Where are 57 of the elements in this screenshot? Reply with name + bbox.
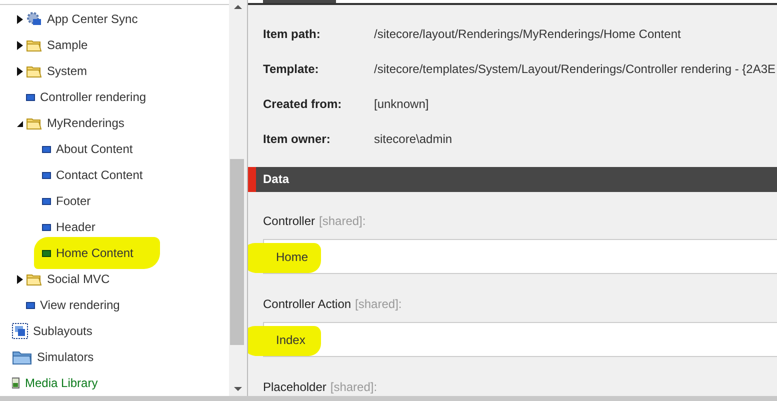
tree-item[interactable]: Controller rendering <box>40 90 146 104</box>
scroll-down-icon[interactable] <box>234 387 242 391</box>
scroll-up-icon[interactable] <box>234 5 242 9</box>
rendering-icon <box>42 224 51 230</box>
field-label: Controller Action <box>263 297 352 311</box>
tree-item[interactable]: Sample <box>47 38 88 52</box>
sublayout-icon <box>12 323 28 339</box>
section-header[interactable]: Data <box>248 166 777 192</box>
collapsed-arrow-icon[interactable] <box>17 66 23 76</box>
tree-item[interactable]: Sublayouts <box>33 324 92 338</box>
input-field[interactable]: Home <box>263 239 777 274</box>
rendering-icon <box>42 198 51 204</box>
field-label: Placeholder <box>263 380 326 394</box>
info-label: Item path: <box>263 27 322 42</box>
rendering-icon <box>42 172 51 178</box>
rendering-icon <box>26 302 35 308</box>
rendering-icon <box>42 250 51 256</box>
tree-item[interactable]: MyRenderings <box>47 116 124 130</box>
folder-icon <box>12 349 32 365</box>
info-label: Template: <box>263 62 320 76</box>
info-label: Created from: <box>263 97 343 112</box>
field-label: Controller <box>263 214 316 228</box>
info-value: /sitecore/layout/Renderings/MyRenderings/Home Content <box>374 27 681 42</box>
rendering-icon <box>26 94 35 100</box>
expanded-arrow-icon[interactable] <box>17 118 23 128</box>
info-label: Item owner: <box>263 132 332 146</box>
shared-note: [shared]: <box>355 297 402 311</box>
scroll-thumb[interactable] <box>230 159 244 345</box>
collapsed-arrow-icon[interactable] <box>17 14 23 24</box>
info-value: [unknown] <box>374 97 429 112</box>
tree-item[interactable]: Media Library <box>25 376 98 390</box>
scrollbar[interactable] <box>229 0 248 396</box>
folder-icon <box>26 272 42 286</box>
tree-item[interactable]: App Center Sync <box>47 12 138 26</box>
section-title: Data <box>263 172 290 186</box>
rendering-icon <box>42 146 51 152</box>
tree-item[interactable]: System <box>47 64 88 78</box>
tree-item[interactable]: Social MVC <box>47 272 110 286</box>
tree-item[interactable]: Home Content <box>56 246 134 260</box>
shared-note: [shared]: <box>330 380 378 394</box>
folder-icon <box>26 38 42 52</box>
tree-item[interactable]: Simulators <box>37 350 94 364</box>
shared-note: [shared]: <box>319 214 366 228</box>
folder-icon <box>26 64 42 78</box>
tree-item[interactable]: Footer <box>56 194 91 208</box>
gear-icon <box>26 11 42 27</box>
image-icon <box>12 377 20 389</box>
tree-item[interactable]: About Content <box>56 142 133 156</box>
collapsed-arrow-icon[interactable] <box>17 40 23 50</box>
tree-item[interactable]: Header <box>56 220 96 234</box>
input-field[interactable]: Index <box>263 322 777 357</box>
tree-item[interactable]: Contact Content <box>56 168 143 182</box>
info-value: sitecore\admin <box>374 132 452 146</box>
tree-item[interactable]: View rendering <box>40 298 120 312</box>
collapsed-arrow-icon[interactable] <box>17 274 23 284</box>
folder-icon <box>26 116 42 130</box>
info-value: /sitecore/templates/System/Layout/Renderings/Controller rendering - {2A3E <box>374 62 776 76</box>
